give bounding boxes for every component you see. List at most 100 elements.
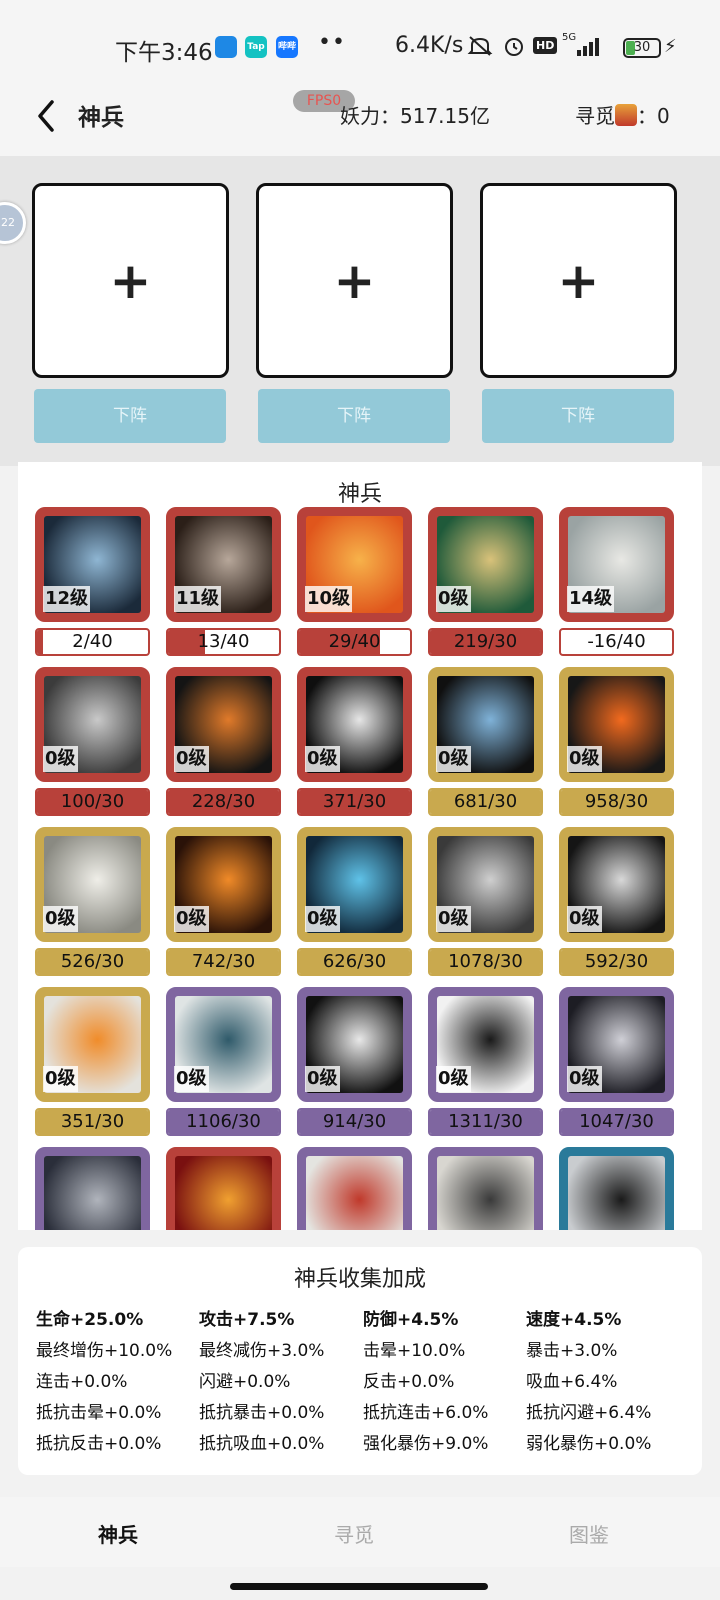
bonus-stat: 攻击+7.5%: [199, 1310, 295, 1330]
bonus-stat: 生命+25.0%: [36, 1310, 144, 1330]
seek-label: 寻觅: [575, 104, 615, 128]
formation-slot-2[interactable]: +: [256, 183, 453, 378]
remove-slot-1-button[interactable]: 下阵: [34, 389, 226, 443]
weapon-level: 10级: [305, 586, 353, 612]
plus-icon: +: [333, 252, 376, 310]
weapon-card[interactable]: 10级: [297, 507, 412, 622]
weapon-card[interactable]: 0级: [297, 667, 412, 782]
weapon-card[interactable]: [297, 1147, 412, 1230]
weapon-card[interactable]: 0级: [166, 987, 281, 1102]
bonus-stat: 抵抗连击+6.0%: [363, 1403, 489, 1423]
power-label: 妖力：517.15亿: [340, 104, 490, 128]
weapon-card[interactable]: [559, 1147, 674, 1230]
bonus-stat: 闪避+0.0%: [199, 1372, 291, 1392]
taptap-notification-icon: Tap: [245, 36, 267, 58]
weapon-portrait: [44, 1156, 141, 1230]
weapon-card[interactable]: 0级: [166, 667, 281, 782]
bonus-stat: 弱化暴伤+0.0%: [526, 1434, 652, 1454]
weapon-portrait: [437, 1156, 534, 1230]
weapon-card[interactable]: 0级: [35, 987, 150, 1102]
weapon-card[interactable]: 0级: [559, 827, 674, 942]
weapon-shard-progress: 681/30: [428, 788, 543, 816]
tab-weapons[interactable]: 神兵: [58, 1519, 178, 1548]
weapon-shard-progress: 1106/30: [166, 1108, 281, 1136]
weapon-card[interactable]: 0级: [166, 827, 281, 942]
remove-slot-3-button[interactable]: 下阵: [482, 389, 674, 443]
back-button[interactable]: [28, 96, 68, 136]
weapon-shard-progress: 371/30: [297, 788, 412, 816]
weapon-level: 0级: [174, 1066, 209, 1092]
tab-seek[interactable]: 寻觅: [294, 1519, 414, 1548]
status-bar: 下午3:46 Tap 哔哔 •• 6.4K/s HD 5G 30 ⚡: [0, 0, 720, 90]
weapon-level: 0级: [567, 1066, 602, 1092]
weapon-card[interactable]: 0级: [428, 507, 543, 622]
weapon-card[interactable]: 0级: [428, 827, 543, 942]
bonus-stat: 抵抗闪避+6.4%: [526, 1403, 652, 1423]
weapon-card[interactable]: 0级: [428, 667, 543, 782]
weapon-shard-progress: 958/30: [559, 788, 674, 816]
home-indicator[interactable]: [230, 1583, 488, 1590]
battery-icon: 30: [623, 38, 661, 58]
bonus-stat: 抵抗暴击+0.0%: [199, 1403, 325, 1423]
status-time: 下午3:46: [115, 40, 213, 66]
weapon-list-title: 神兵: [337, 482, 382, 507]
weapon-level: 0级: [436, 746, 471, 772]
weapon-level: 14级: [567, 586, 615, 612]
more-notifications-icon: ••: [318, 30, 346, 55]
weapon-portrait: [175, 1156, 272, 1230]
slot-machine-icon: [615, 104, 637, 126]
weapon-card[interactable]: 14级: [559, 507, 674, 622]
bonus-stat: 速度+4.5%: [526, 1310, 622, 1330]
weapon-list-panel[interactable]: 神兵 12级 2/40 11级 13/40 10级 29/40 0级 219/30 14级 -16…: [18, 462, 702, 1230]
weapon-card[interactable]: 12级: [35, 507, 150, 622]
weapon-card[interactable]: [35, 1147, 150, 1230]
collection-bonus-panel: 神兵收集加成 生命+25.0% 攻击+7.5% 防御+4.5% 速度+4.5% 最终增伤…: [18, 1247, 702, 1475]
weapon-level: 0级: [436, 586, 471, 612]
weapon-portrait: [306, 1156, 403, 1230]
weapon-shard-progress: 351/30: [35, 1108, 150, 1136]
app-notification-icon-2: 哔哔: [276, 36, 298, 58]
weapon-shard-progress: 1078/30: [428, 948, 543, 976]
weapon-level: 12级: [43, 586, 91, 612]
weapon-shard-progress: 526/30: [35, 948, 150, 976]
bonus-stat: 最终减伤+3.0%: [199, 1341, 325, 1361]
top-header: 神兵 FPS0 妖力：517.15亿 寻觅 ：0: [0, 90, 720, 156]
weapon-card[interactable]: [428, 1147, 543, 1230]
weapon-level: 0级: [305, 1066, 340, 1092]
seek-counter[interactable]: 寻觅 ：0: [575, 100, 670, 129]
weapon-card[interactable]: 11级: [166, 507, 281, 622]
floating-side-badge[interactable]: 22: [0, 202, 26, 244]
formation-slot-1[interactable]: +: [32, 183, 229, 378]
bonus-stat: 抵抗反击+0.0%: [36, 1434, 162, 1454]
bonus-stat: 击晕+10.0%: [363, 1341, 466, 1361]
formation-slot-3[interactable]: +: [480, 183, 677, 378]
bonus-stat: 最终增伤+10.0%: [36, 1341, 173, 1361]
weapon-card[interactable]: 0级: [297, 987, 412, 1102]
weapon-level: 0级: [567, 746, 602, 772]
remove-slot-2-button[interactable]: 下阵: [258, 389, 450, 443]
signal-icon: [575, 36, 603, 61]
weapon-shard-progress: 742/30: [166, 948, 281, 976]
alarm-icon: [502, 34, 526, 63]
weapon-card[interactable]: 0级: [35, 667, 150, 782]
weapon-card[interactable]: 0级: [559, 987, 674, 1102]
bonus-stat: 防御+4.5%: [363, 1310, 459, 1330]
hd-badge: HD: [533, 37, 558, 54]
weapon-shard-progress: 626/30: [297, 948, 412, 976]
weapon-card[interactable]: 0级: [428, 987, 543, 1102]
weapon-shard-progress: 1047/30: [559, 1108, 674, 1136]
plus-icon: +: [557, 252, 600, 310]
chevron-left-icon: [38, 100, 54, 132]
bonus-stat: 抵抗击晕+0.0%: [36, 1403, 162, 1423]
bonus-stat: 强化暴伤+9.0%: [363, 1434, 489, 1454]
tab-codex[interactable]: 图鉴: [529, 1519, 649, 1548]
weapon-card[interactable]: [166, 1147, 281, 1230]
bonus-stat: 连击+0.0%: [36, 1372, 128, 1392]
weapon-card[interactable]: 0级: [35, 827, 150, 942]
mute-icon: [467, 34, 493, 63]
weapon-card[interactable]: 0级: [559, 667, 674, 782]
weapon-level: 0级: [43, 906, 78, 932]
weapon-card[interactable]: 0级: [297, 827, 412, 942]
weapon-portrait: [568, 1156, 665, 1230]
weapon-shard-progress: 13/40: [166, 628, 281, 656]
